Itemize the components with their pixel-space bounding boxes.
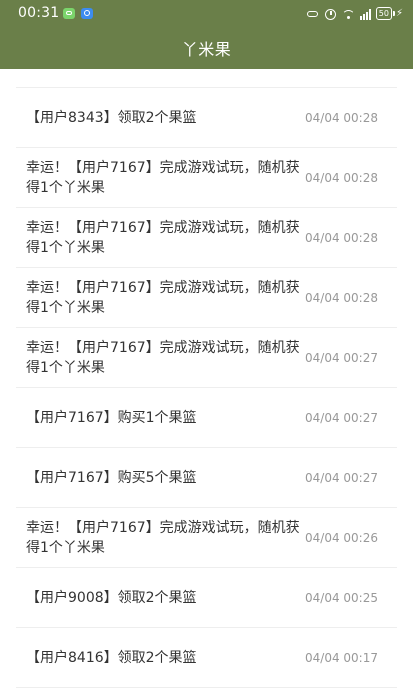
record-text: 幸运！【用户7167】完成游戏试玩，随机获得1个丫米果: [26, 339, 300, 376]
message-notification-icon: [63, 8, 75, 19]
record-time: 04/04 00:28: [305, 170, 378, 185]
status-indicators: 50 ⚡: [306, 7, 403, 20]
app-header: 00:31 50 ⚡ 丫米果: [0, 0, 413, 69]
status-bar: 00:31 50 ⚡: [0, 0, 413, 28]
record-time: 04/04 00:27: [305, 350, 378, 365]
alarm-icon: [324, 8, 337, 20]
list-item[interactable]: 幸运！【用户7167】完成游戏试玩，随机获得1个丫米果 04/04 00:26: [16, 508, 397, 568]
record-text: 【用户9008】领取2个果篮: [26, 589, 197, 606]
record-text: 【用户8343】领取2个果篮: [26, 109, 197, 126]
list-item[interactable]: 幸运！【用户7167】完成游戏试玩，随机获得1个丫米果 04/04 00:28: [16, 268, 397, 328]
list-item[interactable]: 幸运！【用户7167】完成游戏试玩，随机获得1个丫米果 04/04 00:28: [16, 208, 397, 268]
list-item[interactable]: 【用户7167】购买5个果篮 04/04 00:27: [16, 448, 397, 508]
record-text: 【用户7167】购买5个果篮: [26, 469, 197, 486]
wifi-icon: [341, 8, 355, 20]
list-item[interactable]: 【用户7167】购买1个果篮 04/04 00:27: [16, 388, 397, 448]
record-time: 04/04 00:28: [305, 290, 378, 305]
record-text: 幸运！【用户7167】完成游戏试玩，随机获得1个丫米果: [26, 279, 300, 316]
status-time: 00:31: [18, 5, 60, 21]
record-time: 04/04 00:28: [305, 230, 378, 245]
record-text: 幸运！【用户7167】完成游戏试玩，随机获得1个丫米果: [26, 159, 300, 196]
list-item[interactable]: 【用户9008】领取2个果篮 04/04 00:25: [16, 568, 397, 628]
signal-icon: [359, 8, 371, 20]
notification-icons: [63, 8, 93, 19]
record-time: 04/04 00:28: [305, 110, 378, 125]
nfc-icon: [306, 8, 319, 20]
page-title: 丫米果: [181, 40, 232, 59]
list-item[interactable]: 【用户8343】领取2个果篮 04/04 00:28: [16, 88, 397, 148]
record-text: 【用户8416】领取2个果篮: [26, 649, 197, 666]
charging-icon: ⚡: [395, 8, 403, 19]
app-notification-icon: [81, 8, 93, 19]
record-time: 04/04 00:17: [305, 650, 378, 665]
record-text: 幸运！【用户7167】完成游戏试玩，随机获得1个丫米果: [26, 519, 300, 556]
battery-icon: 50 ⚡: [375, 7, 403, 20]
record-text: 【用户7167】购买1个果篮: [26, 409, 197, 426]
list-item[interactable]: 【用户8416】领取2个果篮 04/04 00:17: [16, 628, 397, 688]
battery-level: 50: [375, 7, 392, 20]
record-time: 04/04 00:25: [305, 590, 378, 605]
record-time: 04/04 00:27: [305, 470, 378, 485]
list-item[interactable]: 幸运！【用户7167】完成游戏试玩，随机获得1个丫米果 04/04 00:28: [16, 148, 397, 208]
record-text: 幸运！【用户7167】完成游戏试玩，随机获得1个丫米果: [26, 219, 300, 256]
record-time: 04/04 00:26: [305, 530, 378, 545]
record-time: 04/04 00:27: [305, 410, 378, 425]
list-item[interactable]: 幸运！【用户7167】完成游戏试玩，随机获得1个丫米果 04/04 00:27: [16, 328, 397, 388]
